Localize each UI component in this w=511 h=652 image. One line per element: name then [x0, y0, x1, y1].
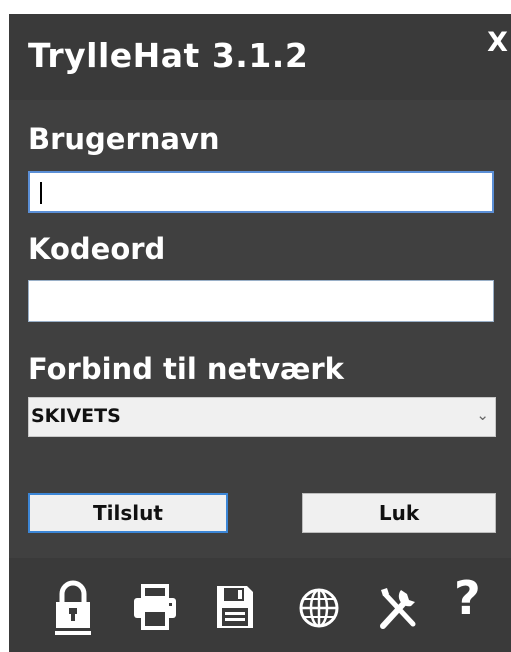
- bottom-toolbar: ?: [9, 558, 511, 652]
- network-selected-value: SKIVETS: [31, 405, 121, 427]
- save-icon[interactable]: [213, 580, 263, 636]
- title-bar: TrylleHat 3.1.2 X: [9, 14, 511, 100]
- printer-icon[interactable]: [131, 580, 181, 636]
- username-label: Brugernavn: [28, 122, 220, 156]
- lock-icon[interactable]: [51, 580, 101, 636]
- connect-button[interactable]: Tilslut: [28, 493, 228, 533]
- text-caret: [40, 182, 42, 204]
- network-select[interactable]: SKIVETS ⌄: [28, 397, 496, 437]
- chevron-down-icon: ⌄: [476, 406, 489, 424]
- window-title: TrylleHat 3.1.2: [28, 36, 309, 75]
- help-icon[interactable]: ?: [454, 571, 481, 625]
- close-button[interactable]: X: [487, 27, 508, 58]
- username-input[interactable]: [28, 171, 494, 213]
- password-input[interactable]: [28, 280, 494, 322]
- network-label: Forbind til netværk: [28, 352, 344, 386]
- password-label: Kodeord: [28, 232, 166, 266]
- login-form: Brugernavn Kodeord Forbind til netværk S…: [9, 100, 511, 558]
- close-dialog-button[interactable]: Luk: [302, 493, 496, 533]
- login-window: TrylleHat 3.1.2 X Brugernavn Kodeord For…: [9, 14, 511, 652]
- globe-icon[interactable]: [295, 580, 345, 636]
- tools-icon[interactable]: [375, 580, 425, 636]
